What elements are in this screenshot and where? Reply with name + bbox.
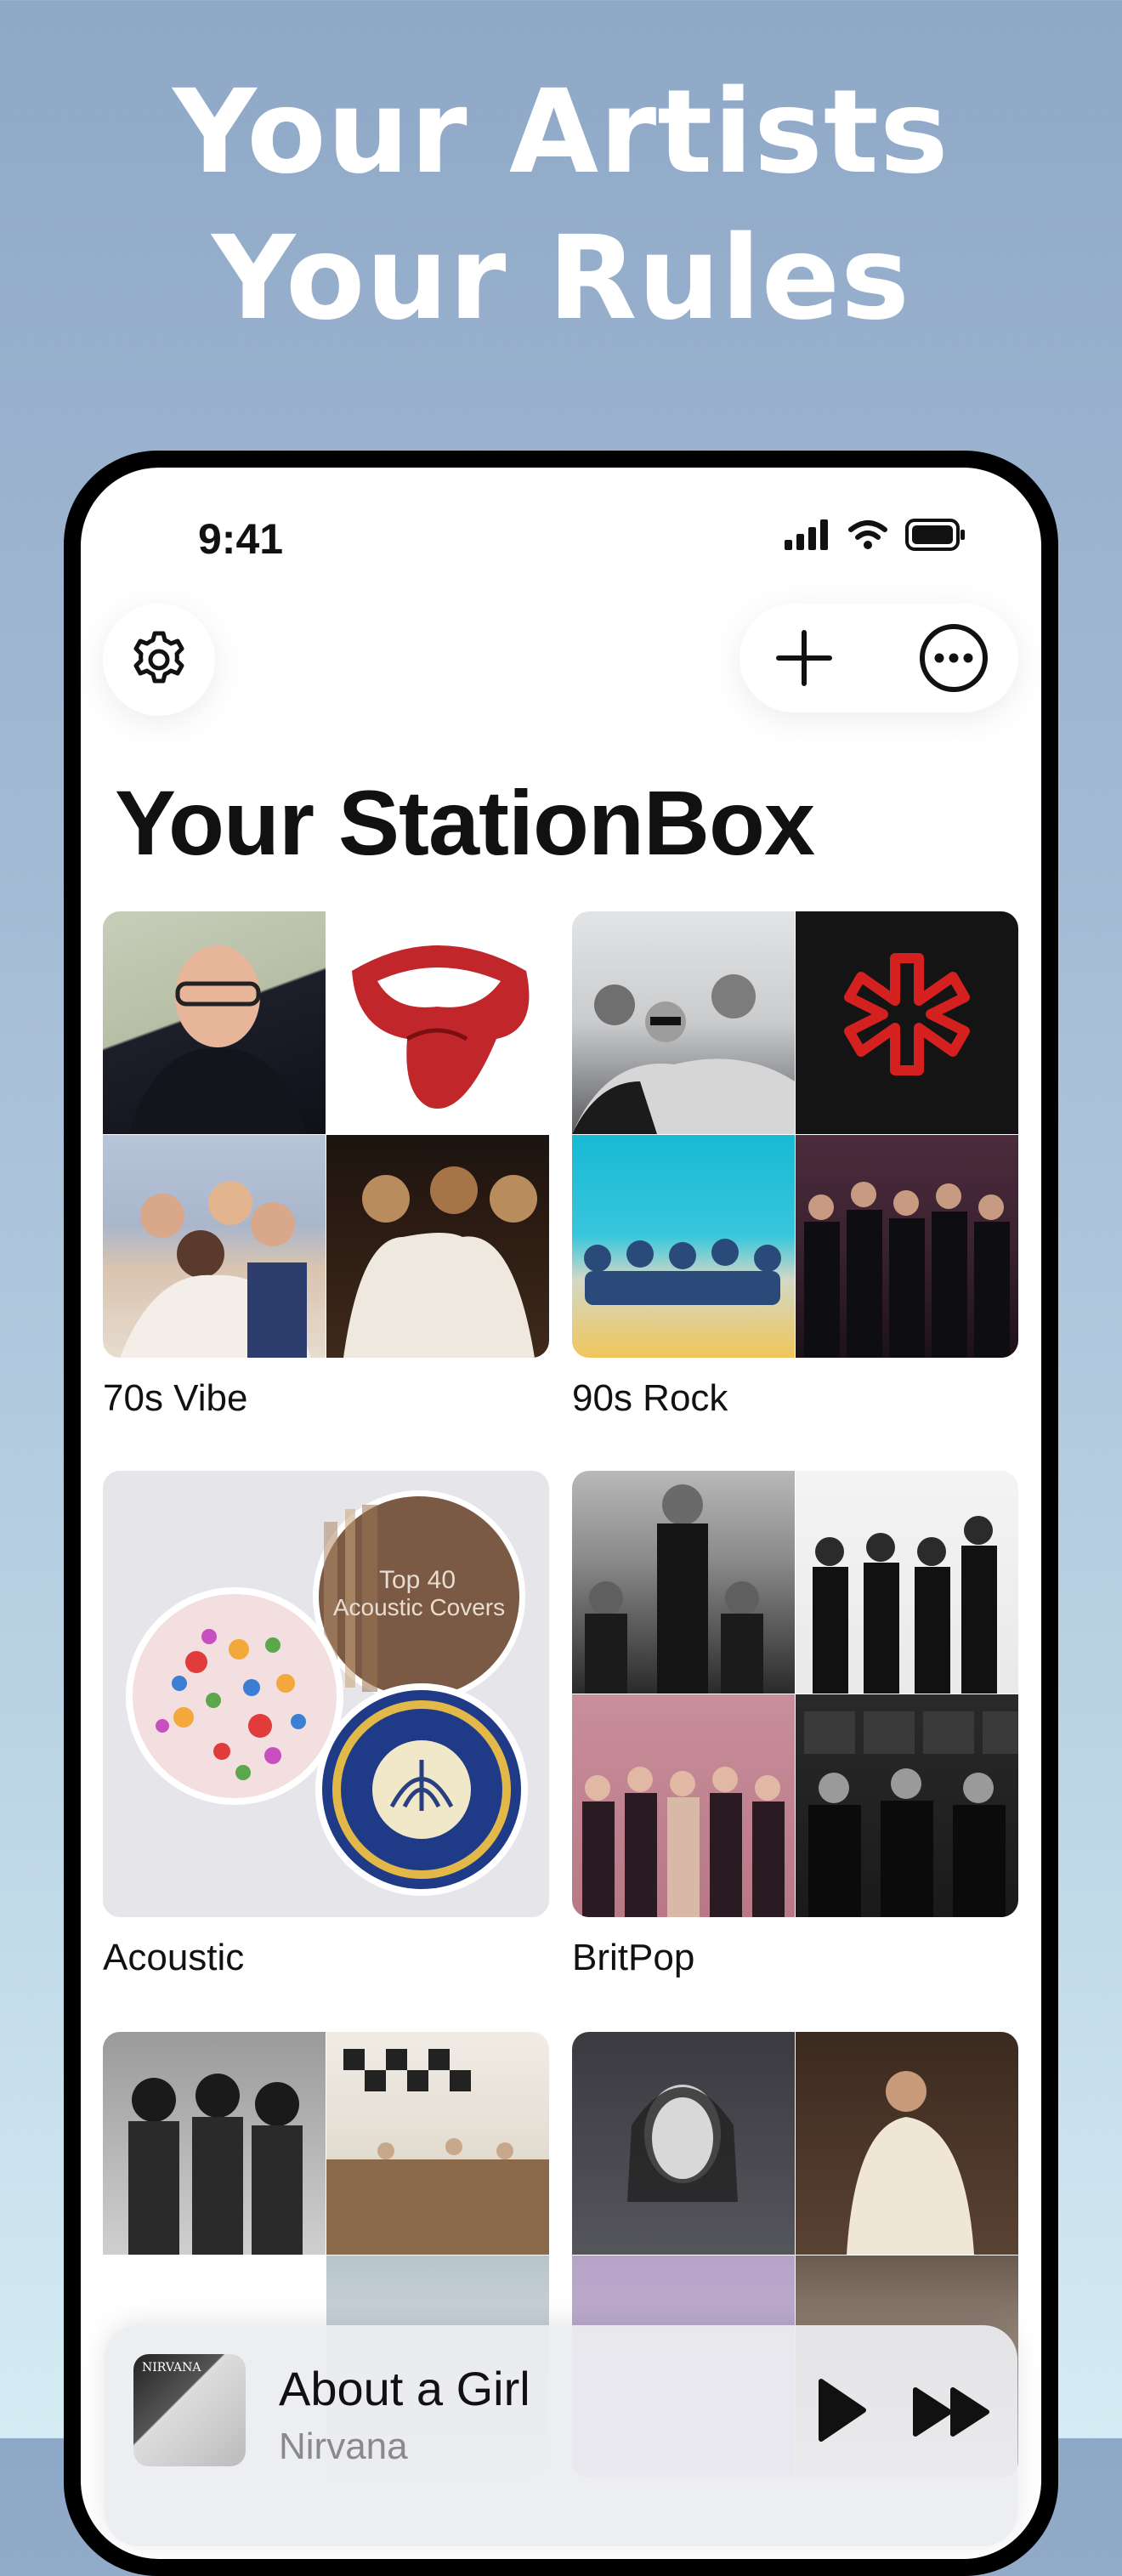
group-shape	[120, 1181, 311, 1358]
band-photo	[572, 1135, 795, 1358]
playlist-cover-title: Top 40	[379, 1566, 456, 1594]
forward-icon[interactable]	[912, 2385, 994, 2439]
group-shape	[804, 1711, 1018, 1917]
battery-icon	[905, 519, 965, 551]
app-screen: 9:41 Your StationBox 70s Vibe 90s Rock T…	[81, 468, 1041, 2559]
toolbar-pill	[740, 604, 1018, 712]
headline: Your Artists Your Rules	[0, 60, 1122, 352]
settings-button[interactable]	[103, 604, 215, 716]
station-cover	[572, 911, 1018, 1358]
band-photo	[572, 1471, 795, 1694]
plus-icon[interactable]	[774, 627, 835, 689]
stage-shape	[326, 2049, 549, 2255]
station-cover: Top 40 Acoustic Covers	[103, 1471, 549, 1917]
logo-image	[326, 911, 549, 1134]
status-icons	[785, 519, 966, 551]
logo-image	[796, 911, 1018, 1134]
station-cover	[103, 911, 549, 1358]
band-photo	[796, 1694, 1018, 1917]
status-time: 9:41	[198, 515, 284, 563]
now-playing-title: About a Girl	[279, 2362, 530, 2415]
album-art-text: NIRVANA	[142, 2361, 201, 2375]
group-shape	[343, 1166, 537, 1358]
now-playing-artist: Nirvana	[279, 2426, 408, 2467]
group-shape	[584, 1239, 781, 1305]
band-photo	[572, 911, 795, 1134]
band-photo	[103, 1135, 326, 1358]
artist-photo	[572, 2032, 795, 2255]
playlist-collage: Top 40 Acoustic Covers	[126, 1490, 528, 1896]
gear-icon	[133, 631, 184, 684]
portrait-shape	[627, 2085, 738, 2202]
portrait-shape	[128, 945, 307, 1134]
band-photo	[103, 2032, 326, 2255]
station-label: BritPop	[572, 1937, 695, 1978]
station-label: 90s Rock	[572, 1377, 728, 1419]
phone-frame: 9:41 Your StationBox 70s Vibe 90s Rock T…	[64, 451, 1058, 2576]
portrait-shape	[847, 2071, 974, 2255]
asterisk-logo-icon	[844, 953, 970, 1075]
station-label: 70s Vibe	[103, 1377, 248, 1419]
wifi-icon	[848, 520, 887, 549]
ellipsis-circle-icon[interactable]	[918, 622, 989, 694]
group-shape	[582, 1767, 785, 1917]
group-shape	[804, 1182, 1010, 1358]
band-photo	[796, 1471, 1018, 1694]
group-shape	[128, 2074, 303, 2255]
page-title: Your StationBox	[115, 771, 815, 874]
band-photo	[326, 1135, 549, 1358]
album-art: NIRVANA	[133, 2354, 246, 2466]
group-shape	[813, 1516, 997, 1694]
group-shape	[585, 1484, 763, 1694]
band-photo	[326, 2032, 549, 2255]
station-cover	[572, 1471, 1018, 1917]
playlist-cover-subtitle: Acoustic Covers	[333, 1594, 505, 1620]
band-photo	[572, 1694, 795, 1917]
station-label: Acoustic	[103, 1937, 245, 1978]
headline-line-1: Your Artists	[173, 65, 949, 200]
play-icon[interactable]	[814, 2376, 869, 2444]
artist-photo	[103, 911, 326, 1134]
headline-line-2: Your Rules	[211, 212, 910, 346]
mini-player[interactable]: NIRVANA About a Girl Nirvana	[105, 2325, 1017, 2546]
artist-photo	[796, 2032, 1018, 2255]
group-shape	[572, 974, 795, 1134]
cellular-signal-icon	[785, 519, 828, 550]
tongue-logo-icon	[352, 945, 530, 1109]
band-photo	[796, 1135, 1018, 1358]
